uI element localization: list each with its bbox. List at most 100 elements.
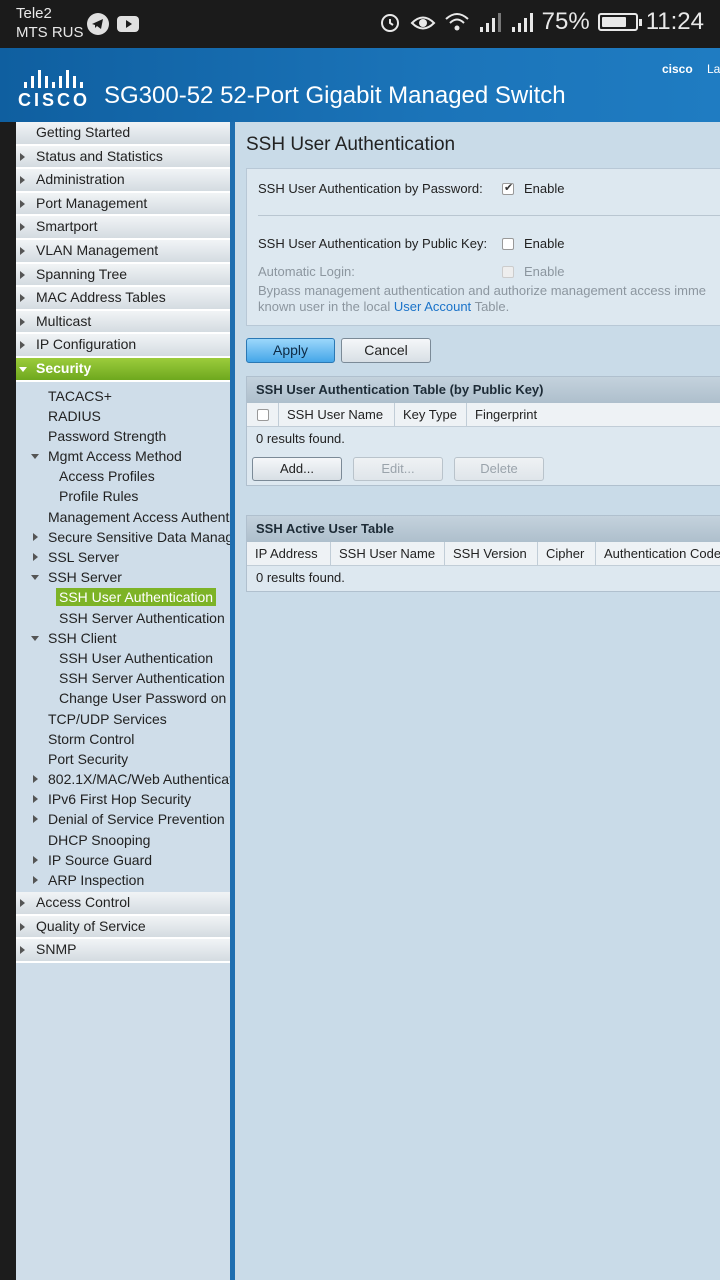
- col-authentication-code[interactable]: Authentication Code: [596, 542, 720, 566]
- battery-percent: 75%: [541, 8, 590, 35]
- expand-arrow-icon: [20, 341, 25, 350]
- expand-arrow-icon: [20, 223, 25, 232]
- by-password-checkbox[interactable]: [502, 181, 514, 195]
- active-table-caption: SSH Active User Table: [247, 516, 720, 542]
- expand-arrow-icon: [33, 795, 38, 804]
- expand-arrow-icon: [33, 855, 38, 864]
- sidebar-item-ip-source-guard[interactable]: IP Source Guard: [16, 850, 232, 870]
- sidebar-item-client-ssh-user-auth[interactable]: SSH User Authentication: [16, 648, 232, 668]
- nav-ip-configuration[interactable]: IP Configuration: [16, 334, 232, 358]
- collapse-arrow-icon: [31, 575, 39, 581]
- sidebar-item-8021x[interactable]: 802.1X/MAC/Web Authenticat: [16, 769, 232, 789]
- nav-smartport[interactable]: Smartport: [16, 216, 232, 240]
- edit-button[interactable]: Edit...: [353, 457, 443, 481]
- cancel-button[interactable]: Cancel: [341, 338, 431, 363]
- col-ssh-user-name[interactable]: SSH User Name: [279, 403, 395, 427]
- expand-arrow-icon: [20, 270, 25, 279]
- auto-login-label: Automatic Login:: [258, 264, 355, 279]
- by-password-label: SSH User Authentication by Password:: [258, 181, 483, 196]
- expand-arrow-icon: [20, 922, 25, 931]
- sidebar-item-secure-sensitive-data[interactable]: Secure Sensitive Data Manage: [16, 527, 232, 547]
- col-fingerprint[interactable]: Fingerprint: [467, 403, 720, 427]
- sidebar-item-arp-inspection[interactable]: ARP Inspection: [16, 870, 232, 890]
- expand-arrow-icon: [33, 532, 38, 541]
- clock: 11:24: [645, 8, 704, 35]
- auto-login-enable-label: Enable: [524, 264, 565, 279]
- sidebar-item-port-security[interactable]: Port Security: [16, 749, 232, 769]
- telegram-icon: [87, 13, 109, 35]
- by-public-key-checkbox[interactable]: [502, 238, 514, 250]
- sidebar-item-ssh-server-auth[interactable]: SSH Server Authentication: [16, 608, 232, 628]
- wifi-icon: [444, 13, 469, 31]
- col-ip-address[interactable]: IP Address: [247, 542, 331, 566]
- header-username: cisco: [662, 62, 693, 76]
- carrier-1: Tele2: [16, 5, 52, 22]
- delete-button[interactable]: Delete: [454, 457, 544, 481]
- signal-icon-1: [479, 13, 501, 32]
- header-link[interactable]: La: [707, 62, 720, 76]
- sidebar-item-radius[interactable]: RADIUS: [16, 406, 232, 426]
- apply-button[interactable]: Apply: [246, 338, 335, 363]
- user-account-link[interactable]: User Account: [394, 299, 471, 314]
- sidebar-item-access-profiles[interactable]: Access Profiles: [16, 466, 232, 486]
- auto-login-note-1: Bypass management authentication and aut…: [258, 283, 707, 298]
- col-cipher[interactable]: Cipher: [538, 542, 596, 566]
- sidebar-item-mgmt-access-method[interactable]: Mgmt Access Method: [16, 446, 232, 466]
- sidebar-item-tacacs[interactable]: TACACS+: [16, 386, 232, 406]
- nav-vlan-management[interactable]: VLAN Management: [16, 239, 232, 264]
- main-content: SSH User Authentication SSH User Authent…: [235, 122, 720, 1280]
- sidebar-item-ssh-server[interactable]: SSH Server: [16, 567, 232, 587]
- active-user-table: SSH Active User Table IP Address SSH Use…: [246, 515, 720, 592]
- nav-spanning-tree[interactable]: Spanning Tree: [16, 263, 232, 288]
- nav-getting-started[interactable]: Getting Started: [16, 122, 232, 146]
- nav-port-management[interactable]: Port Management: [16, 192, 232, 217]
- eye-icon: [410, 16, 436, 30]
- auto-login-checkbox[interactable]: [502, 266, 514, 278]
- nav-quality-of-service[interactable]: Quality of Service: [16, 915, 232, 940]
- sidebar-item-storm-control[interactable]: Storm Control: [16, 729, 232, 749]
- sidebar-item-dos-prevention[interactable]: Denial of Service Prevention: [16, 809, 232, 829]
- sidebar-item-password-strength[interactable]: Password Strength: [16, 426, 232, 446]
- expand-arrow-icon: [33, 815, 38, 824]
- col-ssh-version[interactable]: SSH Version: [445, 542, 538, 566]
- sidebar-item-dhcp-snooping[interactable]: DHCP Snooping: [16, 830, 232, 850]
- sidebar-item-ssh-client[interactable]: SSH Client: [16, 628, 232, 648]
- expand-arrow-icon: [20, 899, 25, 908]
- product-title: SG300-52 52-Port Gigabit Managed Switch: [104, 82, 566, 109]
- col-key-type[interactable]: Key Type: [395, 403, 467, 427]
- security-submenu: TACACS+ RADIUS Password Strength Mgmt Ac…: [16, 382, 232, 893]
- expand-arrow-icon: [20, 294, 25, 303]
- expand-arrow-icon: [33, 553, 38, 562]
- pubkey-results: 0 results found.: [256, 431, 345, 446]
- active-table-header: IP Address SSH User Name SSH Version Cip…: [247, 542, 720, 566]
- select-all-checkbox[interactable]: [257, 409, 269, 421]
- alarm-icon: [380, 14, 399, 32]
- auto-login-note-2: known user in the local User Account Tab…: [258, 299, 510, 314]
- sidebar-item-client-ssh-server-auth[interactable]: SSH Server Authentication: [16, 668, 232, 688]
- col-active-ssh-user-name[interactable]: SSH User Name: [331, 542, 445, 566]
- collapse-arrow-icon: [31, 635, 39, 641]
- nav-security[interactable]: Security: [16, 357, 232, 382]
- nav-multicast[interactable]: Multicast: [16, 310, 232, 335]
- sidebar-item-tcp-udp-services[interactable]: TCP/UDP Services: [16, 709, 232, 729]
- nav-mac-address-tables[interactable]: MAC Address Tables: [16, 287, 232, 311]
- by-public-key-enable-label: Enable: [524, 236, 565, 251]
- sidebar-item-ssl-server[interactable]: SSL Server: [16, 547, 232, 567]
- sidebar-item-ipv6-first-hop[interactable]: IPv6 First Hop Security: [16, 789, 232, 809]
- sidebar-item-change-user-password[interactable]: Change User Password on SS: [16, 688, 232, 708]
- carrier-info: Tele2 MTS RUS: [16, 4, 84, 42]
- sidebar-item-profile-rules[interactable]: Profile Rules: [16, 486, 232, 506]
- nav-snmp[interactable]: SNMP: [16, 939, 232, 963]
- nav-administration[interactable]: Administration: [16, 169, 232, 193]
- sidebar-item-ssh-user-auth[interactable]: SSH User Authentication: [16, 587, 232, 607]
- add-button[interactable]: Add...: [252, 457, 342, 481]
- app-header: CISCO SG300-52 52-Port Gigabit Managed S…: [0, 48, 720, 122]
- nav-status-statistics[interactable]: Status and Statistics: [16, 145, 232, 170]
- collapse-arrow-icon: [31, 454, 39, 460]
- expand-arrow-icon: [20, 317, 25, 326]
- nav-access-control[interactable]: Access Control: [16, 892, 232, 916]
- sidebar-item-mgmt-access-auth[interactable]: Management Access Authenti: [16, 507, 232, 527]
- expand-arrow-icon: [33, 775, 38, 784]
- expand-arrow-icon: [20, 152, 25, 161]
- pubkey-table-caption: SSH User Authentication Table (by Public…: [247, 377, 720, 403]
